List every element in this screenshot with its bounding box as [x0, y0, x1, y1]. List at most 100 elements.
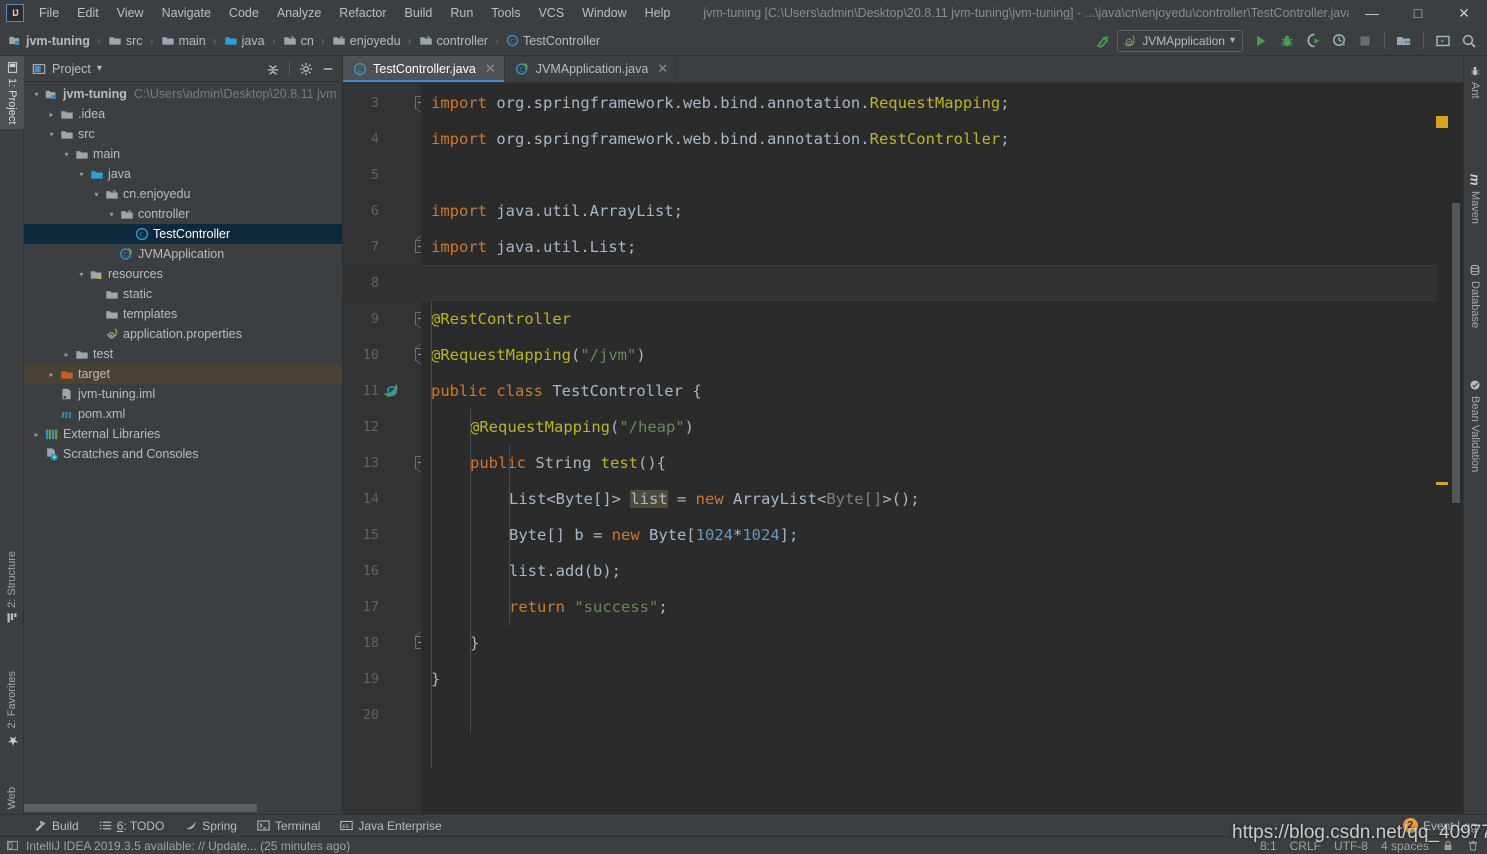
updates-button[interactable]	[1431, 29, 1455, 53]
tree-twisty-down[interactable]: ▾	[60, 150, 73, 159]
tree-node[interactable]: ▸ .idea	[24, 104, 342, 124]
sidebar-item-project[interactable]: 1: Project	[0, 56, 24, 130]
editor-vertical-scrollbar[interactable]	[1449, 83, 1463, 814]
tree-node[interactable]: m pom.xml	[24, 404, 342, 424]
tree-node[interactable]: ▾ cn.enjoyedu	[24, 184, 342, 204]
sidebar-item-structure[interactable]: 2: Structure	[0, 546, 24, 629]
profile-button[interactable]	[1327, 29, 1351, 53]
sidebar-item-database[interactable]: Database	[1463, 259, 1487, 333]
tool-window-build[interactable]: Build	[24, 817, 89, 835]
menu-item-run[interactable]: Run	[441, 3, 482, 23]
code-line[interactable]: @RestController	[431, 301, 571, 337]
tree-node[interactable]: ▸ External Libraries	[24, 424, 342, 444]
run-with-coverage-button[interactable]	[1301, 29, 1325, 53]
breadcrumb-item-controller[interactable]: controller	[417, 32, 490, 50]
code-line[interactable]: import org.springframework.web.bind.anno…	[431, 121, 1010, 157]
editor-gutter[interactable]: 3 4 5 6 7 8 9 10 11 C 12 13 14 15 16 17 18 19 20	[343, 83, 428, 814]
line-separator[interactable]: CRLF	[1290, 839, 1321, 853]
breadcrumb-item-main[interactable]: main	[159, 32, 208, 50]
indent-setting[interactable]: 4 spaces	[1381, 839, 1429, 853]
tree-node[interactable]: ▾ main	[24, 144, 342, 164]
menu-item-window[interactable]: Window	[573, 3, 635, 23]
sidebar-item-ant[interactable]: Ant	[1463, 60, 1487, 104]
code-line[interactable]: import org.springframework.web.bind.anno…	[431, 85, 1010, 121]
tree-node[interactable]: ▾ src	[24, 124, 342, 144]
maximize-button[interactable]: □	[1395, 0, 1441, 26]
spring-bean-icon[interactable]: C	[383, 382, 399, 398]
editor-tab-testcontroller-java[interactable]: C TestController.java ✕	[343, 56, 505, 82]
code-line[interactable]: list.add(b);	[509, 553, 621, 589]
tree-twisty-down[interactable]: ▾	[90, 190, 103, 199]
tree-node[interactable]: ▸ test	[24, 344, 342, 364]
breadcrumb-item-testcontroller[interactable]: C TestController	[504, 32, 602, 50]
run-button[interactable]	[1249, 29, 1273, 53]
tree-node-selected[interactable]: C TestController	[24, 224, 342, 244]
debug-button[interactable]	[1275, 29, 1299, 53]
tree-node[interactable]: jvm-tuning.iml	[24, 384, 342, 404]
project-tree[interactable]: ▾ jvm-tuning C:\Users\admin\Desktop\20.8.1…	[24, 82, 342, 802]
menu-item-file[interactable]: File	[30, 3, 68, 23]
scrollbar-thumb[interactable]	[1452, 203, 1460, 503]
hide-panel-button[interactable]	[318, 59, 338, 79]
update-project-button[interactable]	[1091, 29, 1115, 53]
error-stripe-marker[interactable]	[1436, 116, 1448, 128]
event-log-button[interactable]: 2 Event Log	[1393, 816, 1487, 835]
code-surface[interactable]: import org.springframework.web.bind.anno…	[421, 83, 1463, 814]
tree-node[interactable]: application.properties	[24, 324, 342, 344]
scrollbar-thumb[interactable]	[24, 804, 257, 812]
error-stripe-marker[interactable]	[1436, 482, 1448, 485]
lock-icon[interactable]	[1442, 839, 1454, 852]
trash-icon[interactable]	[1467, 839, 1479, 852]
tool-window-spring[interactable]: Spring	[174, 817, 247, 835]
tree-twisty-down[interactable]: ▾	[45, 130, 58, 139]
menu-item-help[interactable]: Help	[636, 3, 680, 23]
tree-twisty-right[interactable]: ▸	[45, 110, 58, 119]
menu-item-edit[interactable]: Edit	[68, 3, 108, 23]
tree-node[interactable]: ▾ resources	[24, 264, 342, 284]
tree-twisty-down[interactable]: ▾	[75, 170, 88, 179]
code-line[interactable]: @RequestMapping("/jvm")	[431, 337, 646, 373]
tool-window-java-enterprise[interactable]: EE Java Enterprise	[330, 817, 451, 835]
sidebar-item-bean-validation[interactable]: Bean Validation	[1463, 374, 1487, 477]
menu-item-tools[interactable]: Tools	[482, 3, 529, 23]
run-configuration-selector[interactable]: JVMApplication ▾	[1117, 29, 1243, 52]
breadcrumb-item-java[interactable]: java	[222, 32, 267, 50]
tree-node[interactable]: ▸ target	[24, 364, 342, 384]
tool-window-terminal[interactable]: Terminal	[247, 817, 330, 835]
code-line[interactable]: List<Byte[]> list = new ArrayList< Byte[]…	[509, 481, 920, 517]
menu-item-refactor[interactable]: Refactor	[330, 3, 395, 23]
tree-twisty-down[interactable]: ▾	[30, 90, 43, 99]
editor-tab-jvmapplication-java[interactable]: C JVMApplication.java ✕	[505, 56, 678, 82]
project-panel-title-group[interactable]: Project ▾	[32, 62, 102, 76]
code-line[interactable]: public String test(){	[470, 445, 666, 481]
tree-node[interactable]: ▾ jvm-tuning C:\Users\admin\Desktop\20.8.1…	[24, 84, 342, 104]
close-button[interactable]: ✕	[1441, 0, 1487, 26]
menu-item-build[interactable]: Build	[396, 3, 442, 23]
memory-indicator-icon[interactable]	[6, 839, 19, 852]
menu-item-navigate[interactable]: Navigate	[153, 3, 220, 23]
search-everywhere-button[interactable]	[1457, 29, 1481, 53]
code-line[interactable]: }	[431, 661, 440, 697]
tree-twisty-down[interactable]: ▾	[75, 270, 88, 279]
code-line[interactable]: return "success";	[509, 589, 668, 625]
tree-node[interactable]: ▾ controller	[24, 204, 342, 224]
tree-twisty-down[interactable]: ▾	[105, 210, 118, 219]
tree-node[interactable]: Scratches and Consoles	[24, 444, 342, 464]
file-encoding[interactable]: UTF-8	[1334, 839, 1368, 853]
tree-node[interactable]: ▾ java	[24, 164, 342, 184]
breadcrumb-item-jvm-tuning[interactable]: jvm-tuning	[6, 32, 92, 50]
tree-node[interactable]: static	[24, 284, 342, 304]
menu-item-view[interactable]: View	[108, 3, 153, 23]
menu-item-analyze[interactable]: Analyze	[268, 3, 330, 23]
tree-twisty-right[interactable]: ▸	[60, 350, 73, 359]
settings-button[interactable]	[296, 59, 316, 79]
caret-position[interactable]: 8:1	[1260, 839, 1277, 853]
menu-item-vcs[interactable]: VCS	[529, 3, 573, 23]
project-structure-button[interactable]	[1392, 29, 1416, 53]
tree-twisty-right[interactable]: ▸	[45, 370, 58, 379]
tree-twisty-right[interactable]: ▸	[30, 430, 43, 439]
code-line[interactable]: @RequestMapping("/heap")	[470, 409, 694, 445]
close-icon[interactable]: ✕	[657, 61, 668, 77]
breadcrumb-item-cn[interactable]: cn	[281, 32, 316, 50]
tree-node[interactable]: C JVMApplication	[24, 244, 342, 264]
